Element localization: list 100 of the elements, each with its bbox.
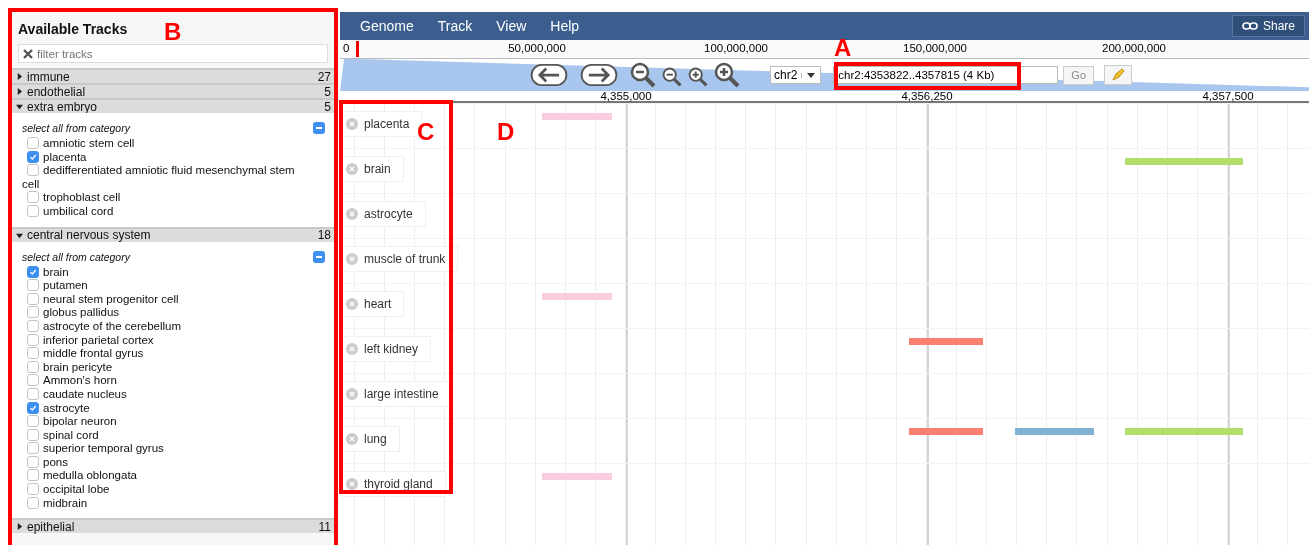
annotation-letter: B: [164, 18, 182, 46]
track-option[interactable]: placenta: [22, 150, 305, 165]
close-icon[interactable]: [346, 433, 358, 445]
track-option[interactable]: amniotic stem cell: [22, 137, 305, 151]
close-icon[interactable]: [346, 343, 358, 355]
checkbox[interactable]: [27, 469, 39, 482]
checkbox[interactable]: [27, 455, 39, 468]
track-option[interactable]: bipolar neuron: [22, 415, 305, 429]
location-field[interactable]: chr2:4353822..4357815 (4 Kb): [833, 66, 1059, 84]
caret-icon: [16, 231, 23, 239]
checkbox[interactable]: [27, 319, 39, 332]
track-label[interactable]: astrocyte: [342, 201, 426, 227]
close-icon[interactable]: [346, 478, 358, 490]
track-option[interactable]: putamen: [22, 279, 305, 293]
track-option[interactable]: astrocyte: [22, 401, 305, 416]
panel-title: Available Tracks: [18, 21, 128, 37]
checkbox[interactable]: [27, 204, 39, 217]
track-option[interactable]: brain pericyte: [22, 360, 305, 375]
feature-bar[interactable]: [908, 428, 984, 435]
checkbox[interactable]: [27, 347, 39, 360]
track-label[interactable]: lung: [342, 426, 400, 452]
track-option[interactable]: middle frontal gyrus: [22, 347, 305, 361]
close-icon[interactable]: [346, 388, 358, 400]
feature-bar[interactable]: [1124, 428, 1243, 435]
highlight-button[interactable]: [1104, 65, 1133, 85]
track-label[interactable]: large intestine: [342, 381, 452, 407]
category-header[interactable]: endothelial 5: [11, 83, 335, 98]
close-icon[interactable]: [346, 253, 358, 265]
track-option[interactable]: pons: [22, 455, 305, 470]
checkbox[interactable]: [27, 191, 39, 204]
track-option[interactable]: umbilical cord: [22, 204, 305, 219]
menu-item[interactable]: Help: [550, 18, 580, 34]
filter-field[interactable]: filter tracks: [18, 44, 328, 63]
close-icon[interactable]: [346, 298, 358, 310]
checkbox[interactable]: [27, 306, 39, 319]
checkbox[interactable]: [27, 164, 39, 177]
feature-bar[interactable]: [541, 473, 612, 480]
feature-bar[interactable]: [1124, 158, 1243, 165]
scale-label: 4,355,000: [600, 90, 652, 102]
collapse-icon[interactable]: [313, 250, 325, 263]
select-all-link[interactable]: select all from category: [22, 250, 130, 263]
checkbox[interactable]: [27, 137, 39, 149]
track-label[interactable]: brain: [342, 156, 404, 182]
zoom-in-icon[interactable]: [714, 62, 740, 88]
track-option[interactable]: brain: [22, 265, 305, 280]
track-option[interactable]: trophoblast cell: [22, 191, 305, 205]
chromosome-dropdown[interactable]: chr2: [770, 66, 822, 84]
menu-item[interactable]: View: [496, 18, 527, 34]
feature-bar[interactable]: [908, 338, 984, 345]
checkbox[interactable]: [27, 387, 39, 400]
close-icon[interactable]: [346, 118, 358, 130]
share-button[interactable]: Share: [1231, 15, 1305, 37]
category-header[interactable]: immune 27: [11, 68, 335, 83]
feature-bar[interactable]: [541, 113, 612, 120]
scale-label: 50,000,000: [508, 42, 566, 54]
caret-icon: [16, 523, 23, 531]
close-icon[interactable]: [346, 163, 358, 175]
feature-bar[interactable]: [1014, 428, 1094, 435]
category-header[interactable]: epithelial 11: [11, 518, 335, 534]
track-option[interactable]: Ammon's horn: [22, 374, 305, 388]
checkbox[interactable]: [27, 150, 39, 163]
track-label[interactable]: muscle of trunk: [342, 246, 459, 272]
track-option[interactable]: inferior parietal cortex: [22, 333, 305, 348]
track-label[interactable]: heart: [342, 291, 405, 317]
checkbox[interactable]: [27, 279, 39, 292]
track-option[interactable]: medulla oblongata: [22, 469, 305, 484]
scale-label: 200,000,000: [1102, 42, 1166, 54]
zoom-out-icon[interactable]: [662, 67, 682, 87]
track-option[interactable]: midbrain: [22, 496, 305, 511]
track-option[interactable]: neural stem progenitor cell: [22, 292, 305, 307]
track-option[interactable]: astrocyte of the cerebellum: [22, 319, 305, 334]
checkbox[interactable]: [27, 496, 39, 509]
track-option[interactable]: spinal cord: [22, 428, 305, 443]
track-label[interactable]: left kidney: [342, 336, 432, 362]
checkbox[interactable]: [27, 292, 39, 305]
checkbox[interactable]: [27, 401, 39, 414]
caret-icon: [16, 88, 23, 95]
checkbox[interactable]: [27, 333, 39, 346]
zoom-out-icon[interactable]: [630, 62, 656, 88]
checkbox[interactable]: [27, 442, 39, 455]
checkbox[interactable]: [27, 483, 39, 496]
track-option[interactable]: caudate nucleus: [22, 387, 305, 402]
checkbox[interactable]: [27, 428, 39, 441]
track-option[interactable]: globus pallidus: [22, 306, 305, 320]
checkbox[interactable]: [27, 415, 39, 428]
track-option[interactable]: occipital lobe: [22, 483, 305, 497]
highlighter-icon: [1110, 67, 1127, 83]
category-header[interactable]: extra embryo 5: [11, 98, 335, 113]
menu-item[interactable]: Track: [437, 18, 473, 34]
feature-bar[interactable]: [541, 293, 612, 300]
checkbox[interactable]: [27, 374, 39, 387]
checkbox[interactable]: [27, 265, 39, 278]
collapse-icon[interactable]: [313, 122, 325, 134]
checkbox[interactable]: [27, 360, 39, 373]
menu-item[interactable]: Genome: [360, 18, 414, 34]
clear-icon[interactable]: [23, 49, 33, 59]
select-all-link[interactable]: select all from category: [22, 122, 130, 134]
zoom-in-icon[interactable]: [688, 67, 708, 87]
track-option[interactable]: superior temporal gyrus: [22, 442, 305, 456]
close-icon[interactable]: [346, 208, 358, 220]
